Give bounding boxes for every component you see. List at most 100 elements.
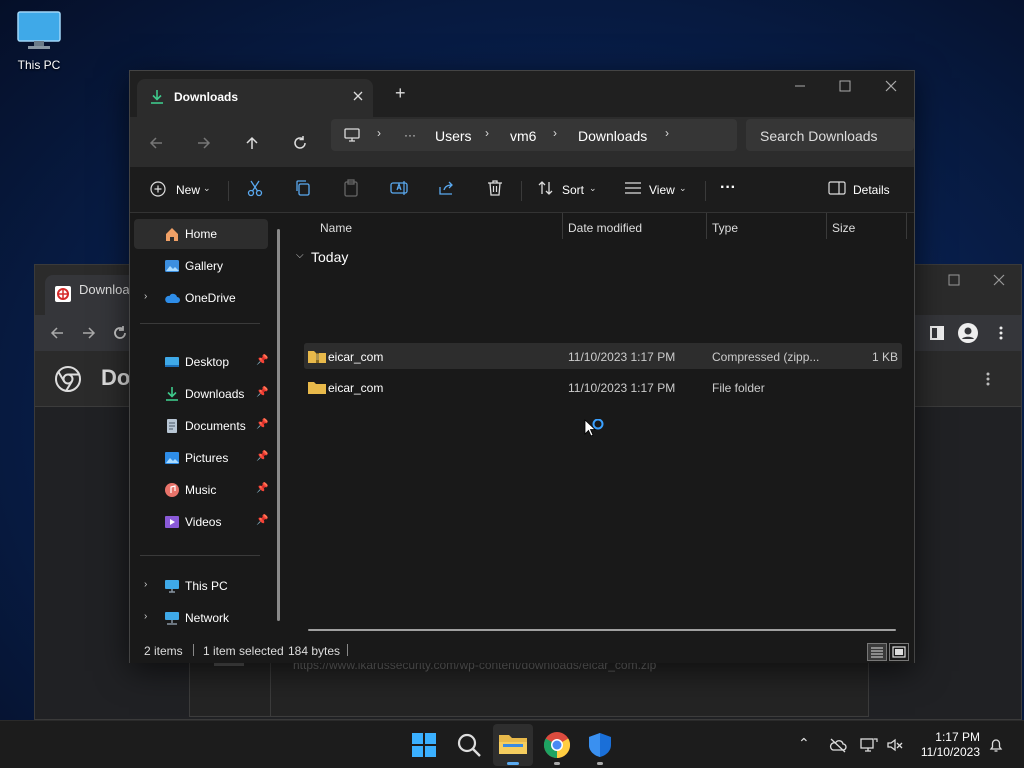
chevron-right-icon[interactable]: ›	[144, 579, 147, 590]
list-view-icon	[871, 647, 883, 658]
chevron-right-icon: ›	[665, 126, 669, 140]
chevron-down-icon: ⌄	[589, 183, 597, 193]
sort-icon	[538, 181, 553, 195]
item-count: 2 items	[144, 644, 183, 658]
breadcrumb-overflow[interactable]: ···	[404, 128, 416, 142]
up-icon[interactable]	[244, 135, 260, 151]
chevron-right-icon[interactable]: ›	[144, 611, 147, 622]
chevron-right-icon[interactable]: ›	[144, 291, 147, 302]
page-title: Do	[101, 365, 131, 390]
copy-icon[interactable]	[294, 179, 312, 197]
file-row[interactable]: eicar_com 11/10/2023 1:17 PM Compressed …	[304, 343, 902, 369]
back-icon[interactable]	[49, 325, 65, 341]
nav-item-label: Desktop	[185, 355, 230, 369]
close-tab-icon[interactable]	[353, 91, 363, 101]
refresh-icon[interactable]	[292, 135, 308, 151]
breadcrumb[interactable]: › ··· Users › vm6 › Downloads ›	[331, 119, 737, 151]
nav-item-desktop[interactable]: Desktop 📌	[134, 347, 268, 377]
nav-item-downloads[interactable]: Downloads 📌	[134, 379, 268, 409]
chrome-menu-icon[interactable]	[999, 326, 1003, 340]
busy-cursor-icon	[584, 419, 604, 437]
breadcrumb-users[interactable]: Users	[435, 128, 472, 144]
nav-item-label: Videos	[185, 515, 222, 529]
page-menu-icon[interactable]	[986, 372, 990, 386]
profile-icon[interactable]	[958, 323, 978, 343]
file-explorer-window[interactable]: Downloads + › ··· Users › vm6 › Download…	[129, 70, 915, 663]
tiles-view-icon	[892, 646, 906, 658]
file-name: eicar_com	[328, 381, 384, 395]
view-icon	[625, 182, 641, 194]
nav-item-home[interactable]: Home	[134, 219, 268, 249]
selection-size: 184 bytes	[288, 644, 341, 658]
file-date: 11/10/2023 1:17 PM	[568, 381, 676, 395]
pin-icon: 📌	[256, 483, 269, 494]
maximize-icon[interactable]	[948, 274, 960, 286]
nav-item-label: Music	[185, 483, 217, 497]
chevron-right-icon: ›	[485, 126, 489, 140]
file-size: 1 KB	[871, 350, 898, 364]
explorer-tab-downloads[interactable]: Downloads	[137, 79, 373, 117]
nav-item-pictures[interactable]: Pictures 📌	[134, 443, 268, 473]
search-icon[interactable]	[455, 731, 483, 759]
volume-muted-icon[interactable]	[886, 737, 904, 753]
more-options-button[interactable]: ···	[720, 179, 736, 197]
minimize-icon[interactable]	[794, 80, 806, 92]
side-panel-icon[interactable]	[930, 326, 944, 340]
breadcrumb-downloads[interactable]: Downloads	[578, 128, 647, 144]
back-icon[interactable]	[148, 135, 164, 151]
nav-item-videos[interactable]: Videos 📌	[134, 507, 268, 537]
share-icon[interactable]	[438, 179, 456, 197]
nav-item-onedrive[interactable]: › OneDrive	[134, 283, 268, 313]
forward-icon[interactable]	[196, 135, 212, 151]
chrome-icon[interactable]	[543, 731, 571, 759]
file-name: eicar_com	[328, 350, 384, 364]
file-row[interactable]: eicar_com 11/10/2023 1:17 PM File folder	[304, 374, 902, 400]
new-button[interactable]: New	[176, 183, 200, 197]
folder-icon	[499, 735, 527, 754]
breadcrumb-vm6[interactable]: vm6	[510, 128, 536, 144]
windows-start-icon[interactable]	[410, 731, 438, 759]
nav-item-documents[interactable]: Documents 📌	[134, 411, 268, 441]
horizontal-scrollbar[interactable]	[308, 629, 896, 631]
desktop-icon-this-pc[interactable]: This PC	[10, 10, 68, 76]
network-tray-icon[interactable]	[860, 737, 878, 753]
details-view-button[interactable]	[867, 643, 887, 661]
paste-icon[interactable]	[342, 179, 360, 197]
notification-bell-icon[interactable]	[988, 737, 1004, 753]
maximize-icon[interactable]	[839, 80, 851, 92]
defender-shield-icon[interactable]	[586, 731, 614, 759]
sort-button[interactable]: Sort	[562, 183, 584, 197]
command-bar: New ⌄ Sort ⌄ View ⌄ ··· Details	[130, 167, 914, 213]
nav-scrollbar[interactable]	[277, 229, 280, 621]
file-explorer-taskbar-button[interactable]	[493, 724, 533, 766]
computer-icon	[344, 128, 360, 142]
view-button[interactable]: View	[649, 183, 675, 197]
tiles-view-button[interactable]	[889, 643, 909, 661]
folder-icon	[308, 382, 326, 394]
onedrive-offline-icon[interactable]	[829, 737, 847, 753]
search-input[interactable]: Search Downloads	[760, 128, 878, 144]
reload-icon[interactable]	[112, 325, 128, 341]
selection-status: 1 item selected	[203, 644, 284, 658]
forward-icon[interactable]	[81, 325, 97, 341]
navigation-pane: Home Gallery › OneDrive Desktop 📌 Downlo…	[130, 213, 287, 639]
chevron-up-icon[interactable]: ⌃	[798, 735, 810, 752]
details-button[interactable]: Details	[853, 183, 890, 197]
nav-item-music[interactable]: Music 📌	[134, 475, 268, 505]
desktop-icon-label: This PC	[17, 58, 61, 72]
nav-item-network[interactable]: › Network	[134, 603, 268, 633]
download-icon	[166, 387, 178, 401]
close-icon[interactable]	[993, 274, 1005, 286]
close-icon[interactable]	[885, 80, 897, 92]
delete-icon[interactable]	[486, 179, 504, 197]
network-icon	[165, 612, 179, 625]
cut-icon[interactable]	[246, 179, 264, 197]
nav-item-label: OneDrive	[185, 291, 236, 305]
rename-icon[interactable]	[390, 179, 408, 197]
chevron-right-icon: ›	[553, 126, 557, 140]
nav-item-gallery[interactable]: Gallery	[134, 251, 268, 281]
nav-item-this-pc[interactable]: › This PC	[134, 571, 268, 601]
new-tab-button[interactable]: +	[395, 84, 406, 102]
system-clock[interactable]: 1:17 PM 11/10/2023	[908, 730, 980, 760]
search-box[interactable]: Search Downloads	[746, 119, 914, 151]
